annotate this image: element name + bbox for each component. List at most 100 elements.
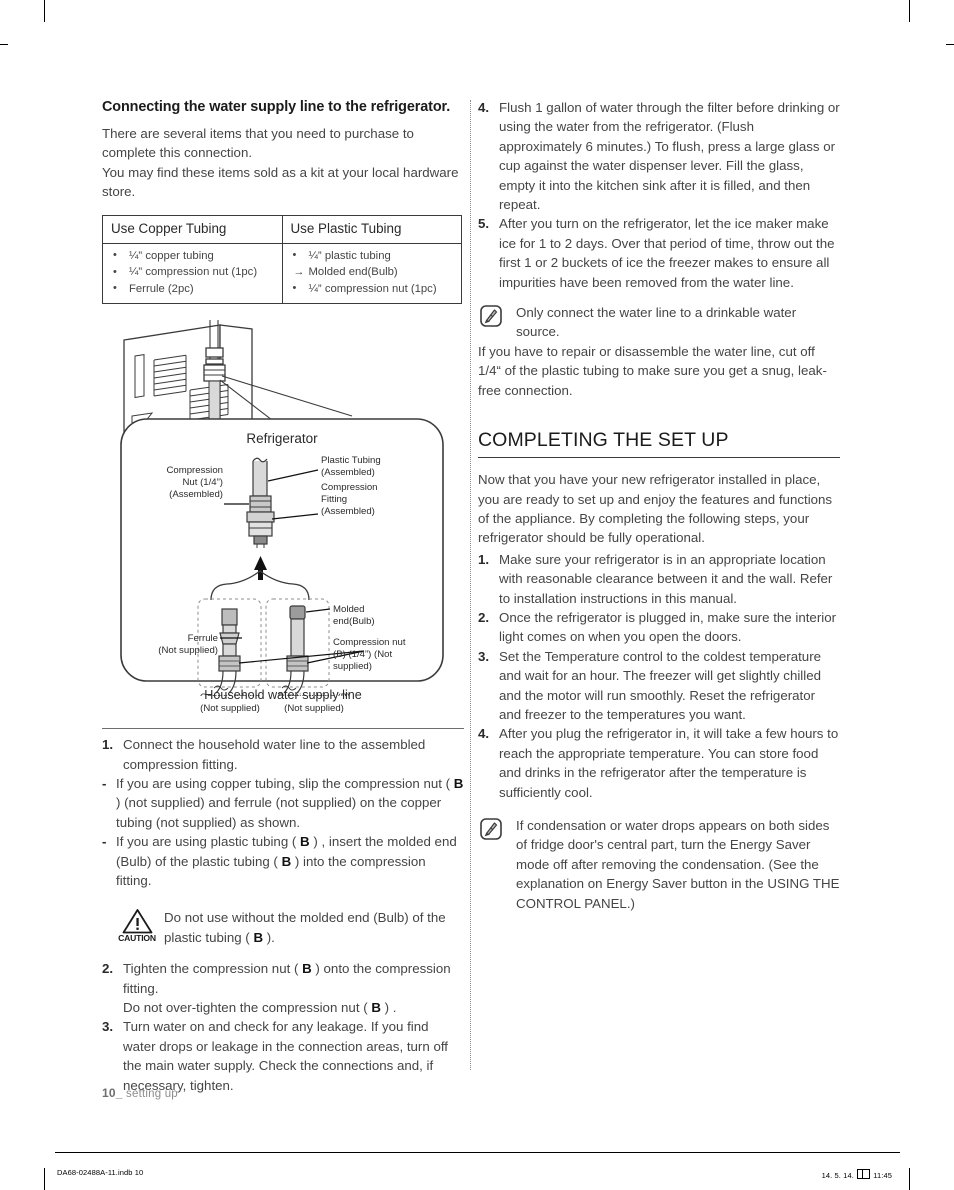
crop-mark-bottom-right [909, 1168, 910, 1190]
step-text: Once the refrigerator is plugged in, mak… [499, 609, 837, 645]
intro-paragraph-1: There are several items that you need to… [102, 126, 414, 161]
intro-paragraph-2: You may find these items sold as a kit a… [102, 164, 459, 200]
section-subheading: Connecting the water supply line to the … [102, 99, 451, 115]
note-text: If condensation or water drops appears o… [516, 818, 840, 911]
table-header-plastic: Use Plastic Tubing [281, 214, 462, 244]
divider-rule [102, 728, 464, 730]
svg-text:Nut (1/4”): Nut (1/4”) [182, 477, 223, 488]
svg-text:Plastic Tubing: Plastic Tubing [321, 455, 381, 466]
table-cell-plastic: ¼” plastic tubing Molded end(Bulb) ¼” co… [281, 242, 462, 305]
manual-page: Connecting the water supply line to the … [0, 0, 954, 1190]
caution-block: CAUTION Do not use without the molded en… [102, 908, 464, 947]
step-text: Make sure your refrigerator is in an app… [499, 551, 833, 606]
step-marker: 4. [478, 726, 490, 742]
svg-text:(B) (1/4”) (Not: (B) (1/4”) (Not [333, 649, 392, 660]
list-item: ¼” copper tubing [109, 247, 276, 265]
svg-text:(Assembled): (Assembled) [321, 467, 375, 478]
step-text: If you are using copper tubing, slip the… [116, 775, 464, 830]
note-block-condensation: If condensation or water drops appears o… [478, 816, 840, 913]
step-marker: 2. [478, 609, 490, 625]
crop-mark-left [0, 44, 8, 45]
svg-text:Compression: Compression [166, 465, 223, 476]
step-item: - If you are using copper tubing, slip t… [102, 774, 464, 832]
page-section-name: setting up [122, 1088, 178, 1100]
step-item: 4. Flush 1 gallon of water through the f… [478, 98, 840, 214]
plastic-items-list: ¼” plastic tubing Molded end(Bulb) ¼” co… [289, 247, 456, 298]
flush-steps: 4. Flush 1 gallon of water through the f… [478, 98, 840, 292]
step-item: 2. Once the refrigerator is plugged in, … [478, 608, 840, 647]
step-text: Tighten the compression nut ( B ) onto t… [123, 961, 451, 1015]
svg-text:Compression nut: Compression nut [333, 637, 406, 648]
crop-mark-right [946, 44, 954, 45]
crop-mark-bottom-left [44, 1168, 45, 1190]
crop-mark-top-left [44, 0, 45, 22]
label-plastic-tubing-assembled: Plastic Tubing (Assembled) [321, 455, 381, 478]
setup-steps: 1. Make sure your refrigerator is in an … [478, 550, 840, 802]
step-text: Set the Temperature control to the colde… [499, 648, 822, 722]
note-pen-icon [480, 818, 502, 840]
label-plastic-tubing-b-line2: (Not supplied) [284, 703, 344, 715]
note-text: Only connect the water line to a drinkab… [516, 305, 797, 340]
step-marker: 2. [102, 961, 114, 977]
step-item: 3. Set the Temperature control to the co… [478, 647, 840, 725]
page-number: 10_ [102, 1086, 123, 1100]
table-header-row: Use Copper Tubing Use Plastic Tubing [102, 214, 462, 244]
print-slug-timestamp: 14. 5. 14. 11:45 [822, 1168, 892, 1180]
step-item: 3. Turn water on and check for any leaka… [102, 1017, 464, 1095]
label-copper-tubing-line2: (Not supplied) [200, 703, 260, 715]
caution-text: Do not use without the molded end (Bulb)… [164, 910, 446, 945]
list-item: Ferrule (2pc) [109, 280, 276, 298]
list-item: ¼” compression nut (1pc) [109, 264, 276, 281]
step-marker: 1. [102, 737, 114, 753]
step-marker: 4. [478, 100, 490, 115]
column-divider [470, 100, 471, 1070]
section-intro-paragraph: Now that you have your new refrigerator … [478, 472, 833, 546]
step-item: 1. Make sure your refrigerator is in an … [478, 550, 840, 608]
step-text: After you plug the refrigerator in, it w… [499, 726, 839, 800]
figure-caption: Household water supply line [204, 688, 362, 703]
caution-icon-group: CAUTION [110, 908, 164, 943]
caution-label: CAUTION [118, 933, 156, 944]
svg-text:Molded: Molded [333, 604, 364, 615]
tighten-steps: 2. Tighten the compression nut ( B ) ont… [102, 959, 464, 1095]
table-cell-copper: ¼” copper tubing ¼” compression nut (1pc… [102, 242, 283, 305]
svg-text:supplied): supplied) [333, 661, 372, 672]
left-column: Connecting the water supply line to the … [102, 98, 464, 1095]
connection-steps: 1. Connect the household water line to t… [102, 735, 464, 890]
tubing-kit-table: Use Copper Tubing Use Plastic Tubing ¼” … [102, 214, 462, 305]
svg-text:Compression: Compression [321, 482, 378, 493]
water-line-connection-figure: Refrigerator Compression Nut (1/4”) (Ass… [102, 318, 464, 714]
step-item: 2. Tighten the compression nut ( B ) ont… [102, 959, 464, 1017]
step-marker: 5. [478, 216, 490, 232]
step-text: Turn water on and check for any leakage.… [123, 1019, 448, 1093]
note-continuation-text: If you have to repair or disassemble the… [478, 343, 827, 398]
step-marker: 1. [478, 551, 490, 567]
list-item: ¼” compression nut (1pc) [289, 280, 456, 298]
list-item: ¼” plastic tubing [289, 247, 456, 265]
slug-time: 11:45 [873, 1171, 892, 1180]
step-marker: 3. [102, 1019, 114, 1035]
note-pen-icon [480, 305, 502, 327]
step-item: 5. After you turn on the refrigerator, l… [478, 214, 840, 292]
svg-text:(Assembled): (Assembled) [169, 489, 223, 500]
svg-text:Fitting: Fitting [321, 494, 347, 505]
step-text: After you turn on the refrigerator, let … [499, 216, 835, 290]
warning-triangle-icon [122, 909, 152, 934]
list-item: Molded end(Bulb) [289, 264, 456, 281]
table-body-row: ¼” copper tubing ¼” compression nut (1pc… [102, 242, 462, 305]
page-footer: 10_ setting up [102, 1086, 178, 1100]
svg-text:end(Bulb): end(Bulb) [333, 616, 375, 627]
step-item: 4. After you plug the refrigerator in, i… [478, 724, 840, 802]
slug-unknown-glyph [857, 1169, 871, 1179]
slug-date: 14. 5. 14. [821, 1171, 854, 1180]
print-slug-filename: DA68-02488A-11.indb 10 [57, 1168, 144, 1177]
crop-mark-top-right [909, 0, 910, 22]
section-heading-block: COMPLETING THE SET UP [478, 428, 840, 459]
step-text: If you are using plastic tubing ( B ) , … [116, 834, 457, 888]
table-header-copper: Use Copper Tubing [102, 214, 283, 244]
page-section-title: COMPLETING THE SET UP [478, 429, 729, 452]
step-text: Connect the household water line to the … [123, 737, 426, 772]
step-item: 1. Connect the household water line to t… [102, 735, 464, 774]
svg-text:Ferrule: Ferrule [188, 633, 218, 644]
section-rule [478, 457, 840, 459]
